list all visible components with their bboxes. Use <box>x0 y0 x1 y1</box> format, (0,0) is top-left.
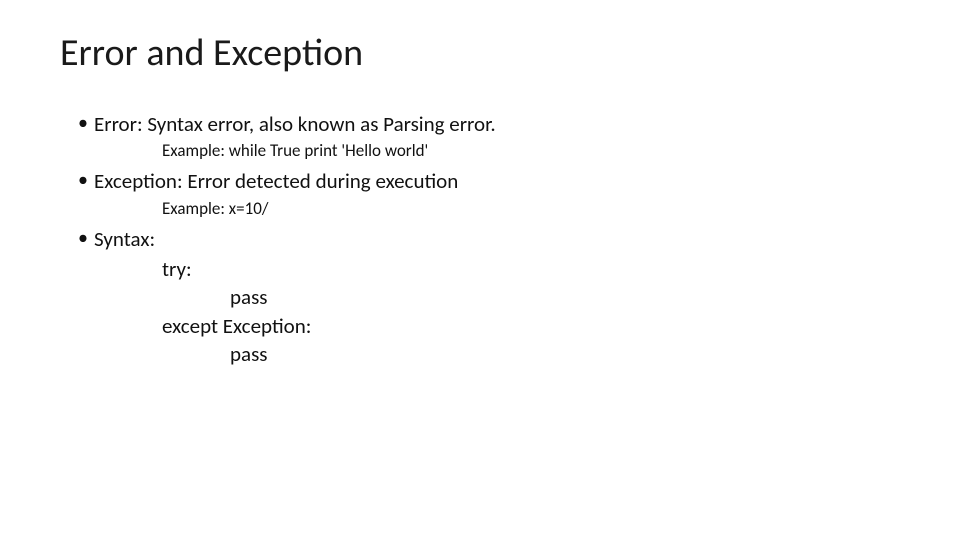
bullet-syntax: Syntax: <box>78 225 900 253</box>
slide: Error and Exception Error: Syntax error,… <box>0 0 960 540</box>
example-error: Example: while True print 'Hello world' <box>162 140 900 163</box>
code-pass-2: pass <box>230 340 900 368</box>
code-pass-1: pass <box>230 283 900 311</box>
slide-content: Error: Syntax error, also known as Parsi… <box>60 110 900 368</box>
bullet-exception: Exception: Error detected during executi… <box>78 167 900 195</box>
code-try: try: <box>162 255 900 283</box>
code-except: except Exception: <box>162 312 900 340</box>
bullet-error: Error: Syntax error, also known as Parsi… <box>78 110 900 138</box>
example-exception: Example: x=10/ <box>162 198 900 221</box>
slide-title: Error and Exception <box>60 30 900 76</box>
